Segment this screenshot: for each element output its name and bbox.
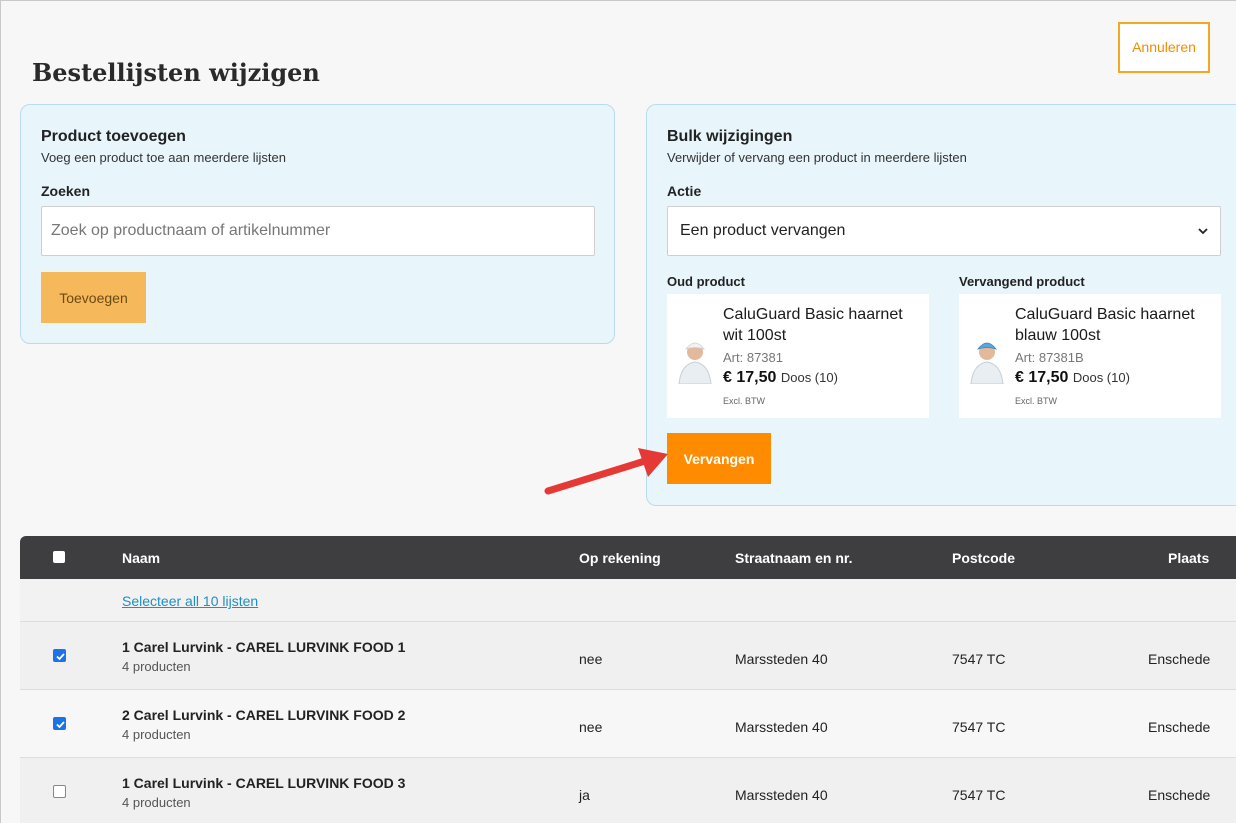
old-product-price-row: € 17,50 Doos (10) (723, 369, 838, 387)
add-product-title: Product toevoegen (41, 128, 186, 145)
row-street: Marssteden 40 (735, 719, 828, 735)
new-product-label: Vervangend product (959, 274, 1085, 289)
row-account: nee (579, 651, 603, 667)
old-product-label: Oud product (667, 274, 745, 289)
add-button[interactable]: Toevoegen (41, 272, 146, 323)
row-checkbox[interactable] (53, 785, 66, 798)
old-product-art: Art: 87381 (723, 350, 783, 365)
old-product-name: CaluGuard Basic haarnet wit 100st (723, 306, 903, 344)
row-checkbox[interactable] (53, 717, 66, 730)
checkbox-checked-icon (56, 653, 65, 661)
new-product-art: Art: 87381B (1015, 350, 1084, 365)
row-name: 1 Carel Lurvink - CAREL LURVINK FOOD 1 (122, 639, 406, 655)
row-count: 4 producten (122, 659, 191, 674)
bulk-changes-title: Bulk wijzigingen (667, 128, 793, 145)
row-account: ja (579, 787, 590, 803)
action-select-value: Een product vervangen (680, 222, 846, 239)
chevron-down-icon (1198, 228, 1208, 235)
replace-button[interactable]: Vervangen (667, 433, 771, 484)
header-city[interactable]: Plaats (1168, 550, 1209, 566)
add-product-panel: Product toevoegen Voeg een product toe a… (20, 104, 615, 344)
row-name: 1 Carel Lurvink - CAREL LURVINK FOOD 3 (122, 775, 406, 791)
old-product-card[interactable]: CaluGuard Basic haarnet wit 100st Art: 8… (667, 294, 929, 418)
new-product-name: CaluGuard Basic haarnet blauw 100st (1015, 306, 1195, 344)
lists-table: Naam Op rekening Straatnaam en nr. Postc… (20, 536, 1236, 823)
search-input[interactable] (41, 206, 595, 256)
row-name: 2 Carel Lurvink - CAREL LURVINK FOOD 2 (122, 707, 406, 723)
row-count: 4 producten (122, 727, 191, 742)
bulk-changes-subtitle: Verwijder of vervang een product in meer… (667, 150, 967, 165)
row-postcode: 7547 TC (952, 787, 1006, 803)
row-postcode: 7547 TC (952, 719, 1006, 735)
table-row[interactable]: 1 Carel Lurvink - CAREL LURVINK FOOD 3 4… (20, 758, 1236, 823)
action-label: Actie (667, 183, 702, 199)
annotation-arrow-icon (544, 448, 668, 495)
old-product-vat: Excl. BTW (723, 396, 765, 406)
new-product-price: € 17,50 (1015, 369, 1069, 386)
header-postcode[interactable]: Postcode (952, 550, 1015, 566)
old-product-price: € 17,50 (723, 369, 777, 386)
row-street: Marssteden 40 (735, 651, 828, 667)
new-product-unit: Doos (10) (1072, 370, 1130, 385)
product-image (970, 342, 1004, 384)
bulk-changes-panel: Bulk wijzigingen Verwijder of vervang ee… (646, 104, 1236, 506)
table-row[interactable]: 1 Carel Lurvink - CAREL LURVINK FOOD 1 4… (20, 622, 1236, 690)
row-count: 4 producten (122, 795, 191, 810)
search-label: Zoeken (41, 183, 91, 199)
add-product-subtitle: Voeg een product toe aan meerdere lijste… (41, 150, 287, 165)
row-city: Enschede (1148, 651, 1211, 667)
header-name[interactable]: Naam (122, 550, 160, 566)
page-title: Bestellijsten wijzigen (32, 58, 320, 87)
row-city: Enschede (1148, 719, 1211, 735)
new-product-price-row: € 17,50 Doos (10) (1015, 369, 1130, 387)
old-product-unit: Doos (10) (780, 370, 838, 385)
header-account[interactable]: Op rekening (579, 550, 661, 566)
row-account: nee (579, 719, 603, 735)
checkbox-checked-icon (56, 721, 65, 729)
new-product-vat: Excl. BTW (1015, 396, 1057, 406)
row-street: Marssteden 40 (735, 787, 828, 803)
table-header: Naam Op rekening Straatnaam en nr. Postc… (20, 536, 1236, 579)
row-postcode: 7547 TC (952, 651, 1006, 667)
row-city: Enschede (1148, 787, 1211, 803)
select-all-link[interactable]: Selecteer all 10 lijsten (122, 593, 258, 609)
select-all-checkbox[interactable] (53, 551, 65, 563)
cancel-button[interactable]: Annuleren (1118, 22, 1210, 73)
table-row[interactable]: 2 Carel Lurvink - CAREL LURVINK FOOD 2 4… (20, 690, 1236, 758)
row-checkbox[interactable] (53, 649, 66, 662)
new-product-card[interactable]: CaluGuard Basic haarnet blauw 100st Art:… (959, 294, 1221, 418)
action-select[interactable]: Een product vervangen (667, 206, 1221, 256)
header-street[interactable]: Straatnaam en nr. (735, 550, 853, 566)
select-all-row: Selecteer all 10 lijsten (20, 579, 1236, 622)
product-image (678, 342, 712, 384)
